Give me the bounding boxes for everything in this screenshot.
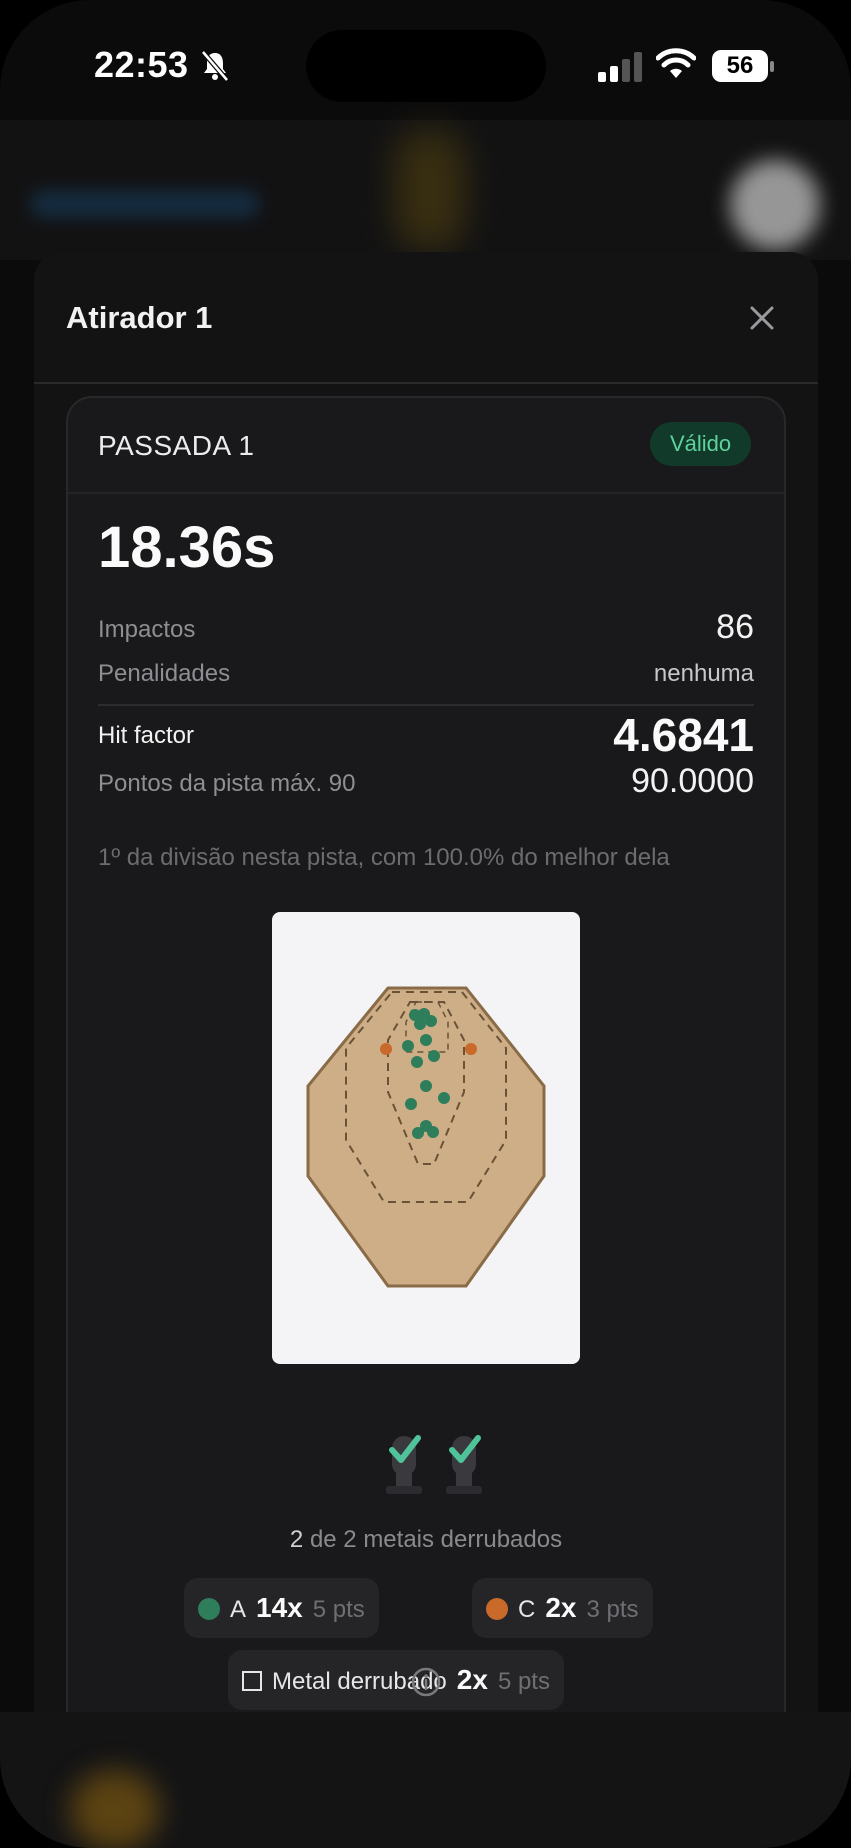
legend-chip-a: A 14x 5 pts (184, 1578, 379, 1638)
legend-count: 2x (456, 1664, 488, 1695)
target-svg (306, 986, 546, 1288)
hit-a (420, 1080, 432, 1092)
metal-down-icon (386, 1435, 422, 1494)
hit-a (402, 1040, 414, 1052)
hit-c (465, 1043, 477, 1055)
hit-a (414, 1018, 426, 1030)
battery-icon: 56 (712, 50, 774, 82)
dynamic-island (306, 30, 546, 102)
legend-count: 14x (256, 1592, 303, 1623)
signal-icon (598, 52, 642, 82)
legend-chip-metal: Metal derrubado 2x 5 pts (228, 1650, 564, 1710)
metals-summary: 2 de 2 metais derrubados (68, 1526, 784, 1554)
hit-a (425, 1015, 437, 1027)
penalties-label: Penalidades (98, 660, 231, 687)
legend-letter: C (518, 1596, 536, 1623)
modal-divider (34, 382, 818, 384)
target-diagram (272, 912, 580, 1364)
close-icon[interactable] (742, 298, 782, 338)
run-title: PASSADA 1 (98, 430, 255, 461)
legend-points: 5 pts (497, 1668, 550, 1695)
legend-chip-c: C 2x 3 pts (472, 1578, 653, 1638)
hit-factor-value: 4.6841 (613, 709, 754, 761)
background-blurred-logo (395, 130, 465, 250)
phone-screen: 22:53 56 Atirador 1 PASSADA 1 Válido 18. (0, 0, 851, 1848)
background-blurred-link (30, 190, 260, 218)
legend-points: 5 pts (312, 1596, 365, 1623)
penalties-value: nenhuma (653, 660, 754, 687)
hit-c-dot-icon (486, 1597, 508, 1620)
hit-a (412, 1127, 424, 1139)
background-blurred-avatar (730, 160, 820, 250)
hit-a (411, 1056, 423, 1068)
info-icon[interactable] (410, 1666, 442, 1698)
points-value: 90.0000 (631, 762, 754, 800)
status-badge: Válido (650, 422, 752, 466)
modal-title: Atirador 1 (66, 300, 213, 335)
hit-a (428, 1050, 440, 1062)
background-blurred-tab-icon (70, 1770, 160, 1848)
stats-divider (98, 704, 754, 706)
status-time: 22:53 (94, 44, 189, 85)
run-time: 18.36s (98, 515, 276, 580)
hit-c (380, 1043, 392, 1055)
impacts-label: Impactos (98, 616, 196, 643)
card-divider (68, 492, 784, 494)
bell-slash-icon (201, 50, 229, 82)
metals-down-count: 2 (289, 1526, 304, 1553)
battery-level: 56 (712, 50, 768, 82)
legend-letter: A (230, 1596, 247, 1623)
points-label: Pontos da pista máx. 90 (98, 770, 356, 797)
hit-a (427, 1126, 439, 1138)
metals-summary-text: de 2 metais derrubados (309, 1526, 563, 1553)
impacts-value: 86 (716, 608, 754, 646)
metal-square-icon (242, 1670, 262, 1691)
legend-count: 2x (545, 1592, 577, 1623)
metal-down-icon (446, 1435, 482, 1494)
hit-a (438, 1092, 450, 1104)
metal-targets (368, 1428, 488, 1498)
hit-a (405, 1098, 417, 1110)
run-card: PASSADA 1 Válido 18.36s Impactos 86 Pena… (66, 396, 786, 1712)
ranking-note: 1º da divisão nesta pista, com 100.0% do… (98, 844, 670, 871)
hit-factor-label: Hit factor (98, 722, 195, 749)
hit-a-dot-icon (198, 1597, 220, 1620)
hit-a (420, 1034, 432, 1046)
shooter-modal: Atirador 1 PASSADA 1 Válido 18.36s Impac… (34, 252, 818, 1712)
battery-tip (770, 61, 774, 72)
target-outline (306, 986, 546, 1288)
legend-points: 3 pts (586, 1596, 639, 1623)
wifi-icon (656, 48, 696, 78)
